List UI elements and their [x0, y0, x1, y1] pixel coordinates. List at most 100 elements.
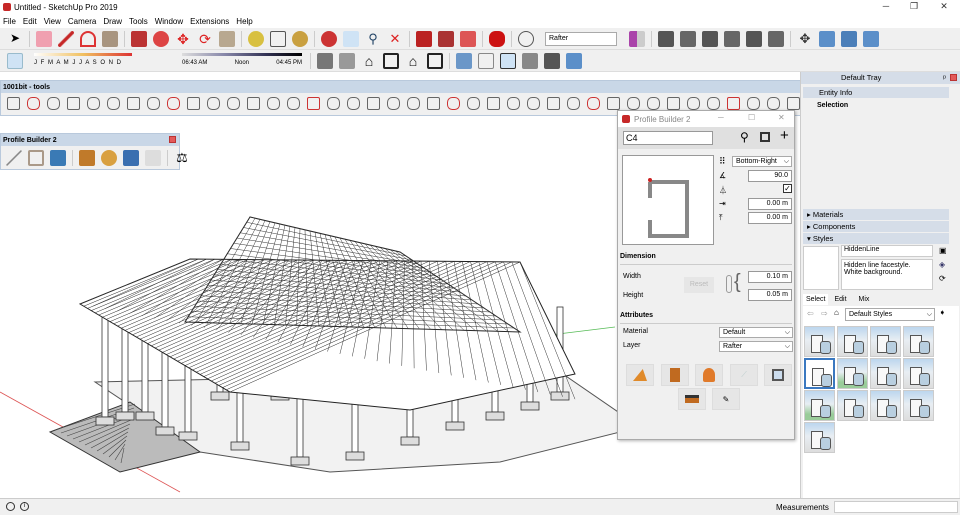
bit-tool-icon[interactable] [426, 97, 440, 110]
offset-y-input[interactable]: 0.00 m [748, 212, 792, 224]
bit-tool-icon[interactable] [666, 97, 680, 110]
bit-tool-icon[interactable] [406, 97, 420, 110]
style-thumbnail[interactable] [837, 358, 868, 389]
bit-tool-icon[interactable] [326, 97, 340, 110]
tab-edit[interactable]: Edit [828, 294, 852, 305]
rectangle-icon[interactable] [102, 30, 118, 47]
style-description[interactable]: Hidden line facestyle. White background. [841, 259, 933, 290]
bit-tool-icon[interactable] [546, 97, 560, 110]
left-house-icon[interactable] [427, 52, 443, 69]
front-view-icon[interactable] [702, 30, 718, 47]
entity-info-panel[interactable]: Entity Info [803, 87, 949, 98]
bit-tool-icon[interactable] [746, 97, 760, 110]
layer-select[interactable]: Rafter [545, 31, 617, 46]
bit-tool-icon[interactable] [46, 97, 60, 110]
arc-icon[interactable] [80, 30, 96, 47]
paint-profile-button[interactable] [661, 364, 689, 386]
pan-icon[interactable] [343, 30, 359, 47]
materials-panel[interactable]: ▸ Materials [803, 209, 949, 220]
offset-x-input[interactable]: 0.00 m [748, 198, 792, 210]
bit-tool-icon[interactable] [206, 97, 220, 110]
height-input[interactable]: 0.05 m [748, 289, 792, 301]
wireframe-icon[interactable] [478, 52, 494, 69]
monochrome-icon[interactable] [566, 52, 582, 69]
pencil-icon[interactable] [6, 150, 22, 166]
update-style-icon[interactable]: ◈ [939, 260, 945, 269]
profile-name-input[interactable]: C4 [623, 131, 713, 145]
back-house-icon[interactable]: ⌂ [405, 53, 421, 69]
scale-balance-icon[interactable]: ⚖ [174, 150, 190, 166]
shaded-textures-icon[interactable] [544, 52, 560, 69]
layer-status-icon[interactable] [518, 30, 534, 47]
info-icon[interactable]: i [20, 502, 29, 511]
move-icon[interactable]: ✥ [175, 31, 191, 47]
iso-view-icon[interactable] [658, 30, 674, 47]
menu-tools[interactable]: Tools [129, 17, 148, 26]
bit-tool-icon[interactable] [486, 97, 500, 110]
menu-view[interactable]: View [44, 17, 61, 26]
look-around-icon[interactable] [841, 30, 857, 47]
scale-icon[interactable] [219, 30, 235, 47]
close-icon[interactable] [169, 136, 176, 143]
section-cut-icon[interactable] [863, 30, 879, 47]
bit-tool-icon[interactable] [506, 97, 520, 110]
style-thumbnail[interactable] [804, 390, 835, 421]
bit-tool-icon[interactable] [246, 97, 260, 110]
stamp-button[interactable] [678, 388, 706, 410]
front-house-icon[interactable]: ⌂ [361, 53, 377, 69]
details-arrow-icon[interactable]: ➧ [939, 308, 946, 317]
top-house-icon[interactable] [339, 52, 355, 69]
collection-select[interactable]: Default Styles ⌵ [845, 308, 935, 321]
warehouse-icon[interactable] [416, 30, 432, 47]
minimize-button[interactable]: ─ [876, 1, 896, 11]
menu-file[interactable]: File [3, 17, 16, 26]
bit-tool-icon[interactable] [146, 97, 160, 110]
bit-tool-icon[interactable] [606, 97, 620, 110]
assembly-button[interactable] [695, 364, 723, 386]
bit-tool-icon[interactable] [166, 97, 180, 110]
style-thumbnail[interactable] [903, 358, 934, 389]
bit-tool-icon[interactable] [6, 97, 20, 110]
reset-button[interactable]: Reset [684, 277, 714, 293]
orbit-icon[interactable] [321, 30, 337, 47]
menu-window[interactable]: Window [155, 17, 183, 26]
share-model-icon[interactable] [460, 30, 476, 47]
build-along-path-button[interactable] [626, 364, 654, 386]
tray-header[interactable]: Default Tray ᵖ [801, 72, 960, 84]
bit-tool-icon[interactable] [566, 97, 580, 110]
bit-tool-icon[interactable] [526, 97, 540, 110]
menu-camera[interactable]: Camera [68, 17, 96, 26]
style-name-input[interactable]: HiddenLine [841, 245, 933, 257]
bit-tool-icon[interactable] [266, 97, 280, 110]
pencil-icon[interactable] [58, 30, 74, 47]
rotation-input[interactable]: 90.0 [748, 170, 792, 182]
build-along-path-icon[interactable] [79, 150, 95, 166]
style-thumbnail[interactable] [804, 422, 835, 453]
style-thumbnail[interactable] [870, 358, 901, 389]
bit-tool-icon[interactable] [466, 97, 480, 110]
bit-tool-icon[interactable] [786, 97, 800, 110]
back-icon[interactable]: ⇦ [807, 309, 814, 318]
bit-tool-icon[interactable] [126, 97, 140, 110]
layer-select[interactable]: Rafter ⌵ [719, 341, 793, 352]
forward-icon[interactable]: ⇨ [821, 309, 828, 318]
close-icon[interactable] [950, 74, 957, 81]
bit-tool-icon[interactable] [386, 97, 400, 110]
bit-tool-icon[interactable] [306, 97, 320, 110]
paint-bucket-icon[interactable] [292, 30, 308, 47]
tape-measure-icon[interactable] [248, 30, 264, 47]
select-tool-icon[interactable]: ➤ [7, 31, 23, 47]
close-button[interactable]: ✕ [778, 113, 785, 122]
style-thumbnail[interactable] [870, 390, 901, 421]
add-icon[interactable]: + [780, 127, 789, 144]
section-plane-icon[interactable] [629, 30, 645, 47]
tab-mix[interactable]: Mix [853, 294, 876, 305]
extension-warehouse-icon[interactable] [438, 30, 454, 47]
eyedropper-button[interactable]: ✎ [712, 388, 740, 410]
bit-tool-icon[interactable] [366, 97, 380, 110]
hidden-line-icon[interactable] [500, 52, 516, 69]
bit-tool-icon[interactable] [86, 97, 100, 110]
measurements-input[interactable] [834, 501, 958, 513]
styles-panel[interactable]: ▾ Styles [803, 233, 949, 244]
position-camera-icon[interactable] [819, 30, 835, 47]
